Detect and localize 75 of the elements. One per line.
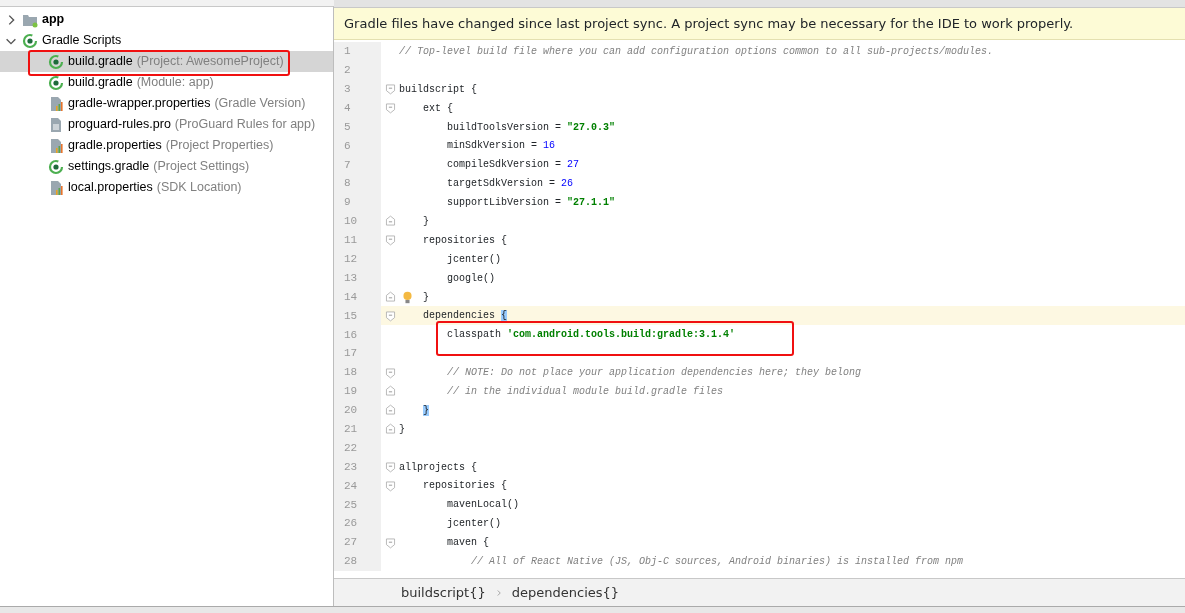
properties-file-icon [48,137,64,154]
tree-hint: (Project Settings) [153,158,250,176]
tree-item[interactable]: build.gradle (Module: app) [0,72,333,93]
tree-label: gradle.properties [68,137,162,155]
code-line: targetSdkVersion = 26 [446,177,574,192]
code-line: compileSdkVersion = 27 [446,158,580,173]
code-line: } [422,214,429,229]
tree-item[interactable]: proguard-rules.pro (ProGuard Rules for app) [0,114,333,135]
line-number: 1 [334,42,381,61]
code-line: mavenLocal() [446,498,520,513]
line-number: 8 [334,174,381,194]
tree-hint: (Project: AwesomeProject) [136,53,284,71]
gradle-icon [48,74,64,91]
code-line: // All of React Native (JS, Obj-C sources, Android binaries) is installed from npm [470,555,964,569]
code-line: repositories { [422,233,508,248]
line-number: 16 [334,325,381,345]
tree-hint: (Module: app) [136,74,214,92]
breadcrumb[interactable]: dependencies{} [511,582,620,603]
gradle-icon [48,158,64,175]
line-number: 26 [334,514,381,534]
tree-item[interactable]: Gradle Scripts [0,30,333,51]
code-line: buildscript { [399,82,477,97]
tree-hint: (SDK Location) [156,179,242,197]
tree-label: build.gradle [68,53,133,71]
line-number: 25 [334,495,381,515]
code-line: google() [446,271,495,286]
code-line: // NOTE: Do not place your application dependencies here; they belong [446,366,862,381]
properties-file-icon [48,179,64,196]
code-line: allprojects { [399,460,477,475]
text-file-icon [48,116,64,133]
tree-item[interactable]: gradle-wrapper.properties (Gradle Version) [0,93,333,114]
tree-label: app [42,11,65,29]
code-line: buildToolsVersion = "27.0.3" [446,120,616,135]
tree-item[interactable]: gradle.properties (Project Properties) [0,135,333,156]
tree-hint: (Project Properties) [165,137,274,155]
line-number: 6 [334,136,381,156]
line-number: 27 [334,533,381,553]
tree-label: build.gradle [68,74,133,92]
code-line: jcenter() [446,252,502,267]
line-number: 17 [334,344,381,364]
code-line: } [399,422,405,437]
tree-label: proguard-rules.pro [68,116,171,134]
tree-label: local.properties [68,179,153,197]
line-number: 19 [334,382,381,401]
line-number: 18 [334,363,381,383]
tree-item[interactable]: settings.gradle (Project Settings) [0,156,333,177]
code-line: jcenter() [446,517,502,532]
line-number: 9 [334,193,381,212]
code-line: dependencies { [422,309,508,324]
tree-item[interactable]: app [0,9,333,30]
code-line: } [422,290,429,305]
breadcrumb[interactable]: buildscript{} [401,582,486,603]
code-line: ext { [422,101,453,116]
code-line: // in the individual module build.gradle files [446,384,724,399]
line-number: 24 [334,476,381,496]
tree-label: Gradle Scripts [42,32,122,50]
tree-hint: (Gradle Version) [214,95,306,113]
code-line: supportLibVersion = "27.1.1" [446,196,616,211]
tree-item[interactable]: local.properties (SDK Location) [0,177,333,198]
tree-label: settings.gradle [68,158,150,176]
tree-hint: (ProGuard Rules for app) [174,116,316,134]
line-number: 28 [334,552,381,571]
code-line: classpath 'com.android.tools.build:gradle:3.1.4' [446,328,736,343]
properties-file-icon [48,95,64,112]
tree-label: gradle-wrapper.properties [68,95,211,113]
line-number: 10 [334,212,381,231]
code-line: // Top-level build file where you can add configuration options common to all sub-projects/modules. [399,44,994,59]
code-line: repositories { [422,479,508,494]
line-number: 15 [334,306,381,326]
gradle-icon [48,53,64,70]
gradle-icon [22,32,38,49]
code-line: minSdkVersion = 16 [446,139,556,154]
line-number: 7 [334,155,381,175]
code-line: maven { [446,536,489,551]
sync-notification: Gradle files have changed since last project sync. A project sync may be necessary for the IDE to work properly. [334,8,1185,40]
